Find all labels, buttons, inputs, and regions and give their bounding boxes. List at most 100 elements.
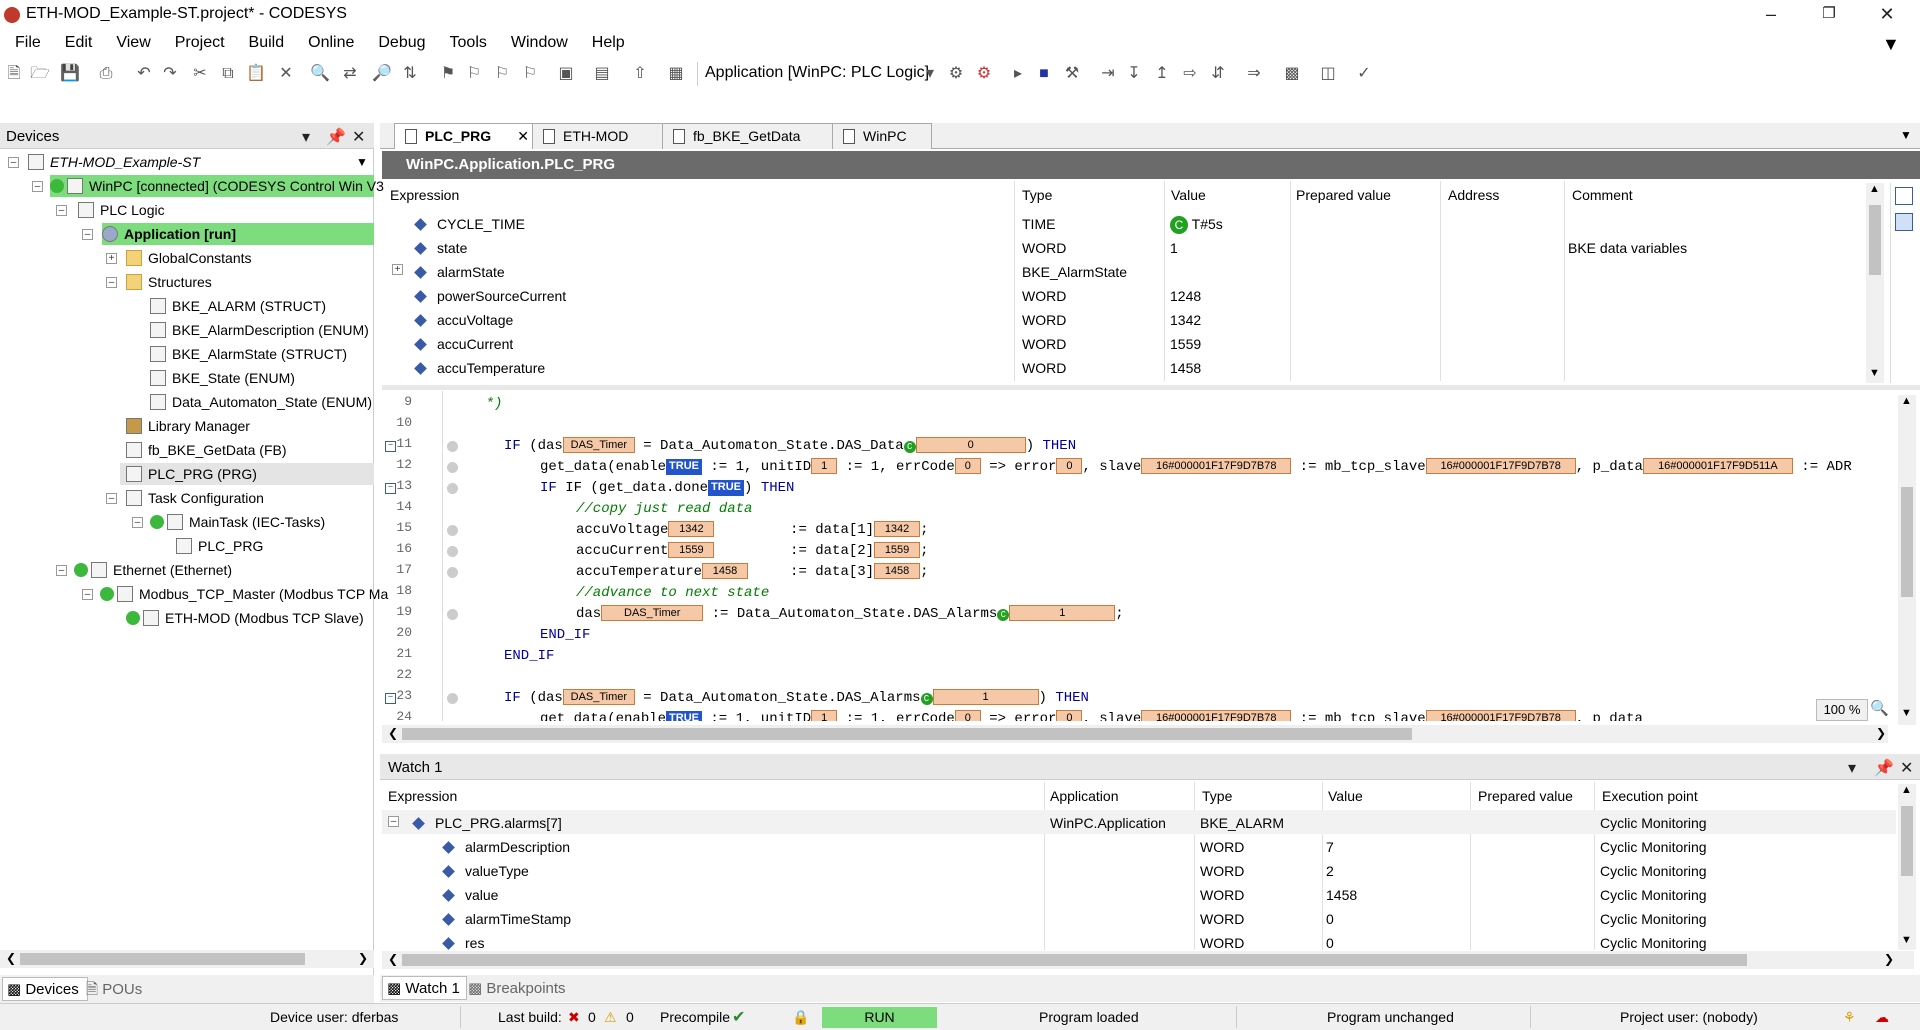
- zoom-icon[interactable]: 🔍: [1870, 699, 1888, 721]
- replace-icon[interactable]: ⇄: [340, 64, 360, 84]
- watch-row-value[interactable]: value: [440, 883, 498, 907]
- new-file-icon[interactable]: 🗎: [4, 64, 24, 84]
- tree-node-plc-prg[interactable]: PLC_PRG (PRG): [120, 463, 374, 485]
- watch-row-valuetype[interactable]: valueType: [440, 859, 529, 883]
- watch-value[interactable]: 2: [1326, 859, 1334, 883]
- textual-view-icon[interactable]: [1895, 187, 1913, 205]
- menu-debug[interactable]: Debug: [363, 30, 434, 52]
- code-line-17[interactable]: accuTemperature 1458 := data[3] 1458;: [576, 562, 928, 583]
- sign-in-icon[interactable]: ✓: [1354, 64, 1374, 84]
- pin-icon[interactable]: 📌: [1874, 758, 1894, 778]
- collapse-icon[interactable]: –: [32, 181, 43, 192]
- print-icon[interactable]: ⎙: [96, 64, 116, 84]
- bookmark-next-icon[interactable]: ⚐: [464, 64, 484, 84]
- tree-node-bke-alarmdescription[interactable]: BKE_AlarmDescription (ENUM): [150, 319, 369, 341]
- collapse-icon[interactable]: –: [82, 589, 93, 600]
- watch-row-alarmdescription[interactable]: alarmDescription: [440, 835, 570, 859]
- close-panel-icon[interactable]: ✕: [352, 127, 365, 147]
- watch-exec-point[interactable]: Cyclic Monitoring: [1600, 835, 1707, 859]
- code-line-12[interactable]: get_data(enable TRUE := 1, unitID 1 := 1, …: [540, 457, 1852, 478]
- col-prepared-value[interactable]: Prepared value: [1478, 782, 1573, 810]
- breakpoint-marker[interactable]: [447, 567, 458, 578]
- breakpoint-marker[interactable]: [447, 546, 458, 557]
- error-icon[interactable]: ✖: [568, 1009, 580, 1026]
- breakpoint-marker[interactable]: [447, 525, 458, 536]
- close-window-icon[interactable]: ✕: [1858, 0, 1916, 30]
- tree-node-bke-state[interactable]: BKE_State (ENUM): [150, 367, 295, 389]
- dropdown-arrow-icon[interactable]: ▾: [920, 64, 940, 84]
- export-icon[interactable]: ⇧: [630, 64, 650, 84]
- watch-row-alarmtimestamp[interactable]: alarmTimeStamp: [440, 907, 571, 931]
- tree-node-eth-mod[interactable]: ETH-MOD (Modbus TCP Slave): [126, 607, 364, 629]
- copy-icon[interactable]: ⧉: [218, 64, 238, 84]
- code-line-9[interactable]: *): [452, 394, 503, 415]
- code-line-21[interactable]: END_IF: [504, 646, 554, 667]
- calendar-icon[interactable]: ▦: [666, 64, 686, 84]
- tab-list-dropdown-icon[interactable]: ▼: [1900, 128, 1912, 142]
- code-line-15[interactable]: accuVoltage 1342 := data[1] 1342;: [576, 520, 928, 541]
- tab-pous[interactable]: 🗎 POUs: [86, 979, 142, 1004]
- collapse-icon[interactable]: –: [106, 493, 117, 504]
- tree-node-maintask[interactable]: MainTask (IEC-Tasks): [150, 511, 325, 533]
- tree-node-bke-alarmstate[interactable]: BKE_AlarmState (STRUCT): [150, 343, 347, 365]
- tree-node-plc-logic[interactable]: PLC Logic: [78, 199, 165, 221]
- splitter[interactable]: [382, 385, 1920, 390]
- pin-icon[interactable]: 📌: [326, 127, 346, 147]
- replace-in-project-icon[interactable]: ⇅: [400, 64, 420, 84]
- bookmark-clear-icon[interactable]: ⚐: [520, 64, 540, 84]
- menu-help[interactable]: Help: [577, 30, 634, 52]
- menu-view[interactable]: View: [101, 30, 159, 52]
- menu-build[interactable]: Build: [234, 30, 294, 52]
- code-line-16[interactable]: accuCurrent 1559 := data[2] 1559;: [576, 541, 928, 562]
- lock-icon[interactable]: 🔒: [792, 1009, 809, 1026]
- menu-file[interactable]: File: [0, 30, 50, 52]
- devices-hscrollbar[interactable]: ❮ ❯: [0, 950, 374, 968]
- tree-node-project[interactable]: ETH-MOD_Example-ST: [28, 151, 200, 173]
- paste-icon[interactable]: 📋: [246, 64, 266, 84]
- var-value[interactable]: 1559: [1170, 332, 1201, 356]
- collapse-icon[interactable]: –: [82, 229, 93, 240]
- tree-node-application[interactable]: Application [run]: [102, 223, 374, 245]
- menu-online[interactable]: Online: [293, 30, 363, 52]
- tab-breakpoints[interactable]: ▩ Breakpoints: [468, 979, 566, 997]
- find-icon[interactable]: 🔍: [310, 64, 330, 84]
- var-row-alarmstate[interactable]: alarmState: [412, 260, 505, 284]
- collapse-icon[interactable]: –: [132, 517, 143, 528]
- watch-value[interactable]: 1458: [1326, 883, 1357, 907]
- collapse-icon[interactable]: –: [8, 157, 19, 168]
- cut-icon[interactable]: ✂: [190, 64, 210, 84]
- delete-icon[interactable]: ✕: [276, 64, 296, 84]
- watch-vscrollbar[interactable]: ▲ ▼: [1898, 784, 1916, 950]
- code-vscrollbar[interactable]: ▲ ▼: [1898, 395, 1916, 725]
- tree-node-library-manager[interactable]: Library Manager: [126, 415, 250, 437]
- expand-icon[interactable]: +: [106, 253, 117, 264]
- code-hscrollbar[interactable]: ❮ ❯: [382, 725, 1888, 743]
- col-comment[interactable]: Comment: [1572, 181, 1633, 209]
- force-values-icon[interactable]: ▩: [1282, 64, 1302, 84]
- breakpoint-marker[interactable]: [447, 609, 458, 620]
- tabular-view-icon[interactable]: [1895, 213, 1913, 231]
- watch-exec-point[interactable]: Cyclic Monitoring: [1600, 859, 1707, 883]
- save-icon[interactable]: 💾: [60, 64, 80, 84]
- watch-hscrollbar[interactable]: ❮ ❯: [382, 951, 1914, 969]
- tab-watch-1[interactable]: ▩ Watch 1: [382, 976, 467, 1000]
- var-value[interactable]: 1: [1170, 236, 1178, 260]
- collapse-icon[interactable]: –: [106, 277, 117, 288]
- step-out-icon[interactable]: ↥: [1152, 64, 1172, 84]
- col-type[interactable]: Type: [1022, 181, 1052, 209]
- collapse-icon[interactable]: –: [56, 565, 67, 576]
- watch-value[interactable]: 0: [1326, 907, 1334, 931]
- breakpoint-marker[interactable]: [447, 441, 458, 452]
- open-folder-icon[interactable]: 🗁: [30, 64, 50, 84]
- tree-node-bke-alarm[interactable]: BKE_ALARM (STRUCT): [150, 295, 326, 317]
- active-application-selector[interactable]: Application [WinPC: PLC Logic]: [705, 64, 929, 82]
- tree-node-modbus-tcp-master[interactable]: Modbus_TCP_Master (Modbus TCP Ma: [100, 583, 388, 605]
- watch-exec-point[interactable]: Cyclic Monitoring: [1600, 883, 1707, 907]
- col-type[interactable]: Type: [1202, 782, 1232, 810]
- status-error-count[interactable]: 0: [588, 1009, 596, 1025]
- tree-node-globalconstants[interactable]: GlobalConstants: [126, 247, 252, 269]
- menu-project[interactable]: Project: [160, 30, 234, 52]
- tab-winpc[interactable]: WinPC: [832, 123, 932, 149]
- status-warning-count[interactable]: 0: [626, 1009, 634, 1025]
- var-row-state[interactable]: state: [412, 236, 467, 260]
